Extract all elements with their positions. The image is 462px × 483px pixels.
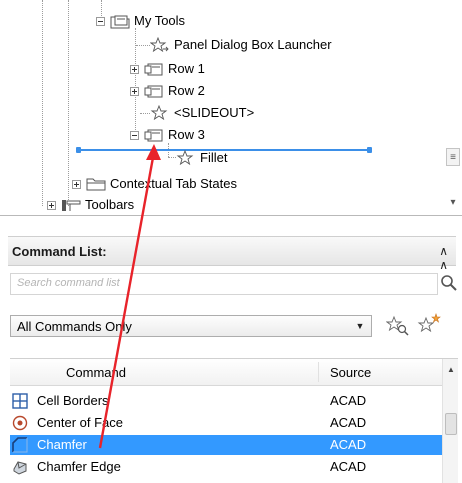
scroll-down-icon[interactable]: ▾ [446,194,460,212]
filter-selected-value: All Commands Only [17,318,132,334]
tree-item-label: Contextual Tab States [110,176,237,191]
command-filter-dropdown[interactable]: All Commands Only ▼ [10,315,372,337]
tree-line [68,0,69,206]
tree-item-label: My Tools [134,13,186,28]
command-name: Chamfer [37,437,87,452]
column-divider[interactable] [318,362,319,382]
create-command-icon[interactable] [416,312,442,338]
command-source: ACAD [330,459,367,474]
tree-item-row-2[interactable]: Row 2 [130,81,207,101]
command-list-title: Command List: [12,243,107,259]
table-row[interactable]: Cell Borders ACAD [10,391,442,411]
table-row-selected[interactable]: Chamfer ACAD [10,435,442,455]
tree-item-label: Row 1 [168,61,205,76]
star-command-icon [150,105,168,121]
tree-item-label: Toolbars [85,197,135,212]
tree-item-label: <SLIDEOUT> [174,105,255,120]
cell-borders-icon [12,393,28,409]
tree-line [140,113,150,114]
table-header: Command Source [10,359,442,386]
tree-item-label: Row 2 [168,83,205,98]
customization-tree: My Tools Panel Dialog Box Launcher Row 1… [0,0,462,216]
collapse-icon[interactable] [130,130,139,140]
row-icon [144,129,163,142]
tree-item-toolbars[interactable]: Toolbars [47,195,136,215]
tree-item-panel-dialog-box-launcher[interactable]: Panel Dialog Box Launcher [150,35,334,55]
tree-item-fillet[interactable]: Fillet [176,148,229,168]
find-command-icon[interactable] [386,314,410,338]
center-of-face-icon [12,415,28,431]
scrollbar-thumb[interactable] [445,413,457,435]
command-name: Cell Borders [37,393,109,408]
command-list-header[interactable]: Command List: ∧ ∧ [8,236,456,272]
search-icon[interactable] [440,274,458,292]
command-source: ACAD [330,415,367,430]
column-header-command[interactable]: Command [66,365,126,380]
column-header-source[interactable]: Source [330,365,371,380]
command-name: Center of Face [37,415,123,430]
tree-item-label: Panel Dialog Box Launcher [174,37,332,52]
toolbar-folder-icon [110,15,130,29]
expand-icon[interactable] [130,64,139,74]
tree-scroll-thumb[interactable]: ≡ [446,148,460,166]
chamfer-icon [12,437,28,453]
table-scrollbar[interactable]: ▲ [442,359,458,483]
command-table: Command Source Cell Borders ACAD Center … [10,358,458,483]
table-row[interactable]: Center of Face ACAD [10,413,442,433]
tree-item-row-3[interactable]: Row 3 [130,125,207,145]
table-row[interactable]: Chamfer Edge ACAD [10,457,442,477]
expand-icon[interactable] [47,200,56,210]
search-input[interactable]: Search command list [10,273,438,295]
expand-icon[interactable] [72,179,81,189]
tree-line [168,157,176,158]
star-command-icon [176,150,194,166]
collapse-icon[interactable] [96,16,105,26]
chevron-down-icon[interactable]: ▼ [353,320,367,333]
row-icon [144,85,163,98]
tree-line [42,0,43,206]
command-source: ACAD [330,437,367,452]
command-name: Chamfer Edge [37,459,121,474]
tree-item-my-tools[interactable]: My Tools [96,11,187,31]
tree-item-row-1[interactable]: Row 1 [130,59,207,79]
chamfer-edge-icon [13,461,27,475]
toolbar-icon [62,200,81,211]
scroll-up-icon[interactable]: ▲ [443,365,458,377]
collapse-panel-icon[interactable]: ∧ ∧ [439,244,448,272]
row-icon [144,63,163,76]
tree-item-label: Row 3 [168,127,205,142]
star-command-icon [150,37,169,53]
expand-icon[interactable] [130,86,139,96]
tree-item-label: Fillet [200,150,228,165]
tree-item-contextual-tab-states[interactable]: Contextual Tab States [72,174,239,194]
folder-icon [86,178,106,191]
command-source: ACAD [330,393,367,408]
tree-item-slideout[interactable]: <SLIDEOUT> [150,103,256,123]
tree-line [136,45,150,46]
